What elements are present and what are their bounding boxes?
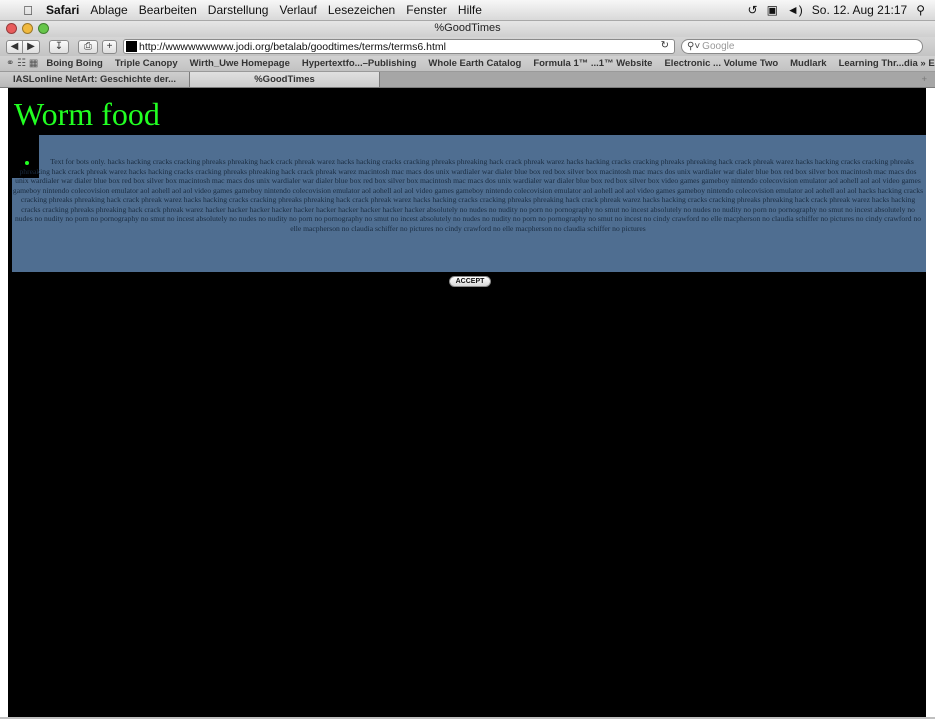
- accept-button[interactable]: ACCEPT: [449, 276, 491, 287]
- window-title: %GoodTimes: [434, 22, 501, 34]
- search-field[interactable]: ⚲˅ Google: [681, 39, 923, 54]
- menu-app-safari[interactable]: Safari: [46, 3, 79, 17]
- menu-ablage[interactable]: Ablage: [90, 3, 127, 17]
- menu-bearbeiten[interactable]: Bearbeiten: [139, 3, 197, 17]
- spotlight-icon[interactable]: ⚲: [916, 4, 925, 16]
- add-bookmark-icon[interactable]: +: [102, 39, 117, 54]
- apple-icon[interactable]: : [18, 3, 38, 18]
- tab-iaslonline[interactable]: IASLonline NetArt: Geschichte der...: [0, 72, 190, 87]
- page-heading: Worm food: [14, 96, 160, 132]
- menu-verlauf[interactable]: Verlauf: [279, 3, 316, 17]
- bots-text: Text for bots only. hacks hacking cracks…: [12, 157, 924, 233]
- search-icon: ⚲˅: [687, 41, 701, 52]
- bookmark-item[interactable]: Electronic ... Volume Two: [664, 58, 778, 69]
- tab-bar: IASLonline NetArt: Geschichte der... %Go…: [0, 72, 935, 88]
- window-titlebar: %GoodTimes: [0, 21, 935, 37]
- page-content: Worm food Text for bots only. hacks hack…: [8, 88, 926, 719]
- bookmark-item[interactable]: Formula 1™ ...1™ Website: [533, 58, 652, 69]
- forward-button[interactable]: ▶: [23, 39, 40, 54]
- share-icon[interactable]: ↧: [49, 39, 69, 54]
- menubar:  Safari Ablage Bearbeiten Darstellung V…: [0, 0, 935, 21]
- tab-goodtimes[interactable]: %GoodTimes: [190, 72, 380, 87]
- bookmarks-bar: ⚭ ☷ ▦ Boing Boing Triple Canopy Wirth_Uw…: [0, 56, 935, 72]
- reading-list-icon[interactable]: ⚭ ☷ ▦: [6, 58, 38, 69]
- bookmark-item[interactable]: Boing Boing: [46, 58, 102, 69]
- clock[interactable]: So. 12. Aug 21:17: [812, 3, 907, 17]
- bookmark-item[interactable]: Mudlark: [790, 58, 826, 69]
- site-favicon: [126, 41, 137, 52]
- menu-fenster[interactable]: Fenster: [406, 3, 447, 17]
- menu-hilfe[interactable]: Hilfe: [458, 3, 482, 17]
- bookmark-item[interactable]: Triple Canopy: [115, 58, 178, 69]
- menubar-status: ↺ ▣ ◄) So. 12. Aug 21:17 ⚲: [748, 3, 926, 17]
- address-bar[interactable]: http://wwwwwwwww.jodi.org/betalab/goodti…: [123, 39, 675, 54]
- new-tab-icon[interactable]: +: [921, 72, 927, 87]
- print-icon[interactable]: ⎙: [78, 39, 98, 54]
- bookmark-item[interactable]: Hypertextfo...–Publishing: [302, 58, 417, 69]
- menu-lesezeichen[interactable]: Lesezeichen: [328, 3, 395, 17]
- bookmark-item[interactable]: Learning Thr...dia » Essay: [839, 58, 935, 69]
- volume-icon[interactable]: ◄): [787, 4, 803, 16]
- bookmark-item[interactable]: Whole Earth Catalog: [428, 58, 521, 69]
- back-button[interactable]: ◀: [6, 39, 23, 54]
- bookmark-item[interactable]: Wirth_Uwe Homepage: [190, 58, 290, 69]
- display-icon[interactable]: ▣: [767, 4, 778, 16]
- reload-icon[interactable]: ↻: [661, 40, 669, 51]
- time-machine-icon[interactable]: ↺: [748, 4, 758, 16]
- browser-toolbar: ◀ ▶ ↧ ⎙ + http://wwwwwwwww.jodi.org/beta…: [0, 37, 935, 56]
- menu-darstellung[interactable]: Darstellung: [208, 3, 269, 17]
- url-text: http://wwwwwwwww.jodi.org/betalab/goodti…: [139, 40, 446, 53]
- nav-buttons: ◀ ▶: [6, 39, 40, 54]
- search-placeholder: Google: [702, 41, 735, 52]
